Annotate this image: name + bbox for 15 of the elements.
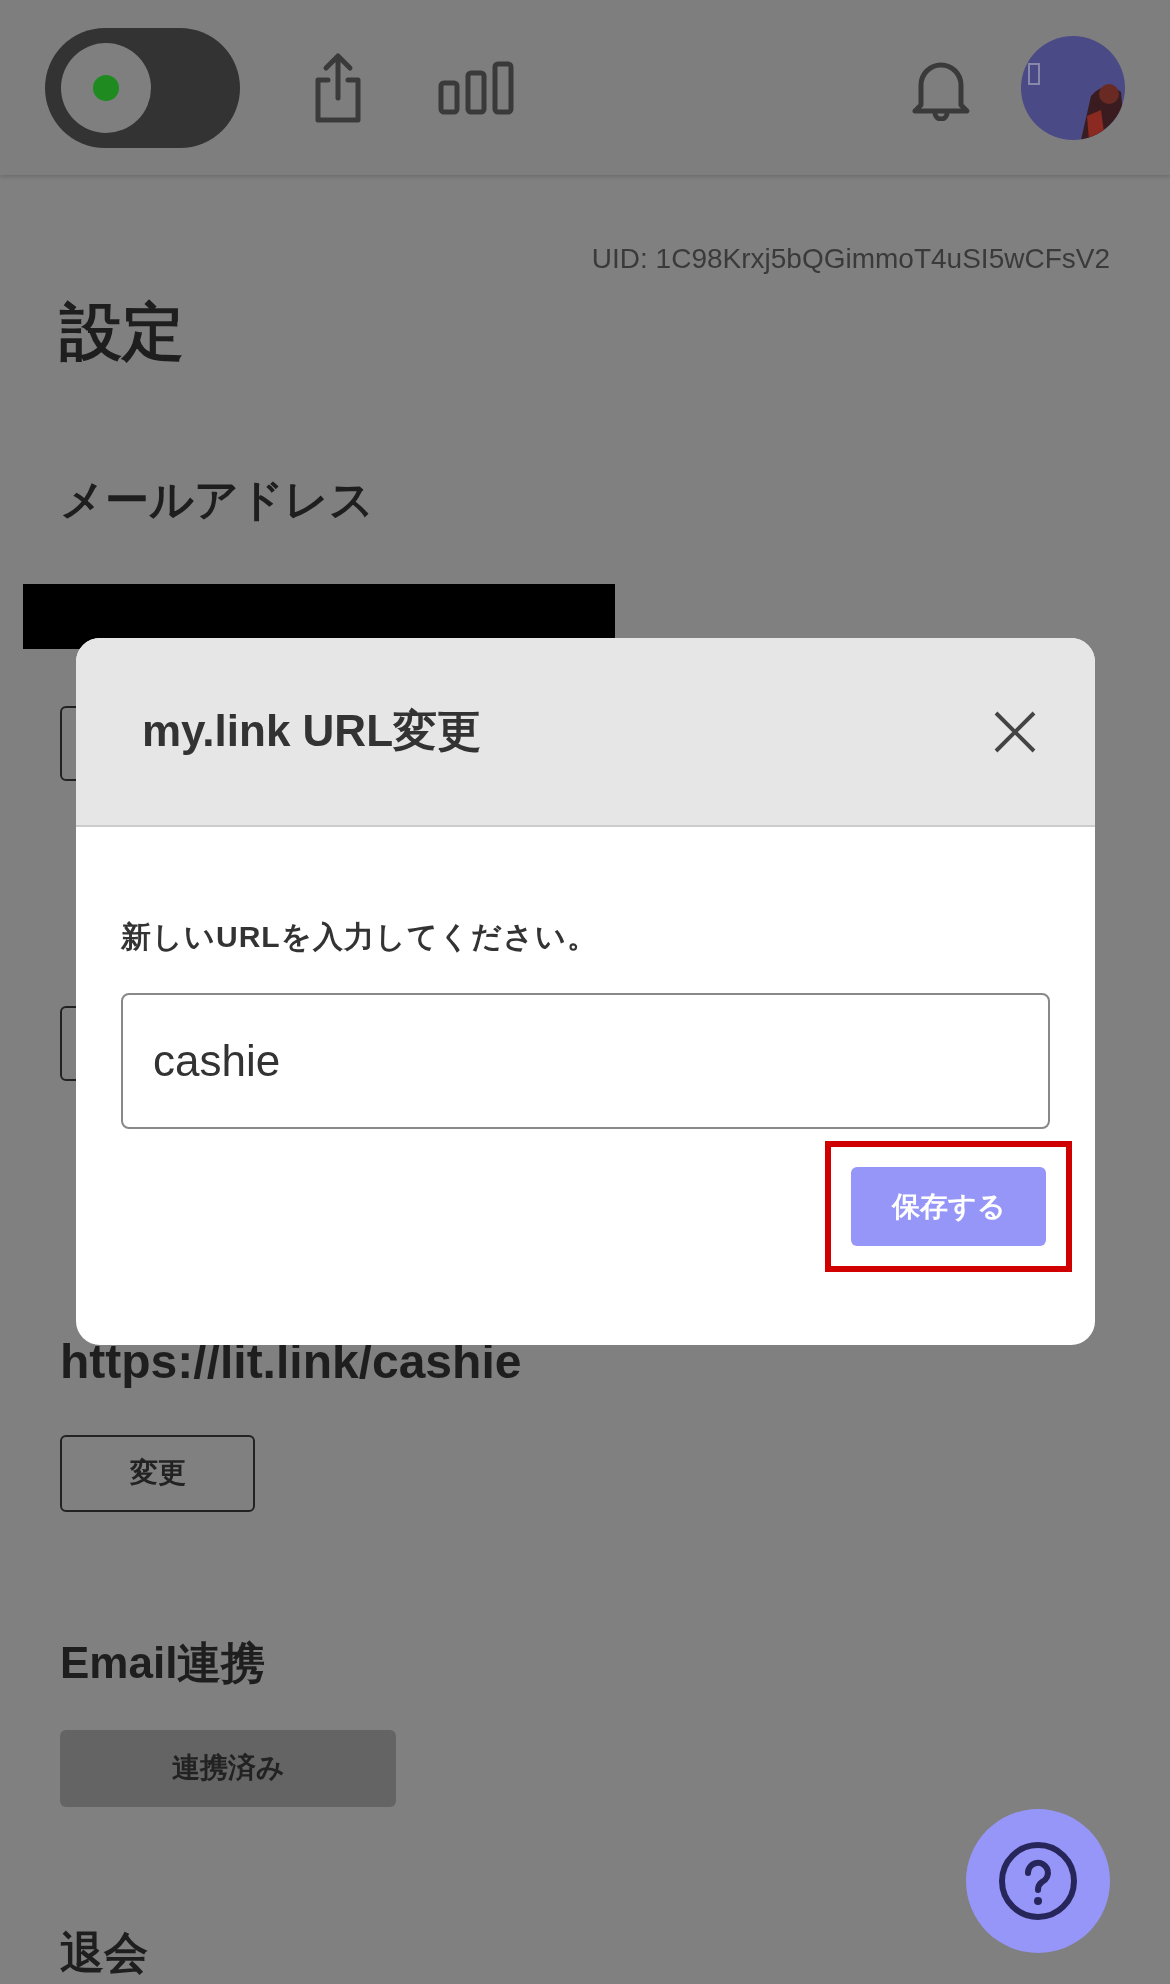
- prompt-text: 新しいURLを入力してください。: [121, 919, 599, 955]
- help-icon: [996, 1839, 1080, 1923]
- dialog-title: my.link URL変更: [142, 705, 481, 757]
- section-heading: 退会: [60, 1926, 148, 1979]
- bar-chart-icon[interactable]: [438, 60, 514, 115]
- page-title: 設定: [60, 296, 184, 368]
- url-text: https://lit.link/cashie: [60, 1334, 522, 1391]
- close-icon[interactable]: [993, 709, 1037, 754]
- section-heading: Email連携: [60, 1636, 266, 1689]
- user-id: UID: 1C98Krxj5bQGimmoT4uSI5wCFsV2: [590, 243, 1110, 275]
- section-heading: メールアドレス: [60, 474, 374, 527]
- url-input[interactable]: cashie: [121, 993, 1050, 1129]
- change-button[interactable]: 変更: [60, 1434, 255, 1512]
- linked-button[interactable]: 連携済み: [60, 1729, 396, 1807]
- save-button[interactable]: 保存する: [851, 1167, 1046, 1246]
